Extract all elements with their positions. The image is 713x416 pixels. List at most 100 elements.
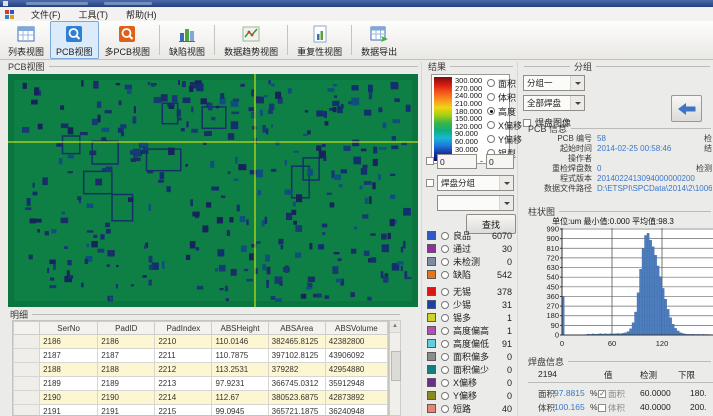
- pad-metric-unit: %: [590, 402, 598, 412]
- toolbar-label: 列表视图: [8, 45, 44, 58]
- detail-cell: 2186: [98, 335, 155, 349]
- pad-metric-checkbox[interactable]: [598, 404, 606, 412]
- category-color-swatch: [427, 270, 436, 279]
- pad-col-value: 值: [604, 369, 613, 381]
- pad-metric-check-label: 体积: [608, 402, 625, 414]
- menu-help[interactable]: 帮助(H): [117, 8, 166, 21]
- measure-option-1[interactable]: 面积: [487, 76, 517, 90]
- svg-text:0: 0: [560, 339, 564, 348]
- detail-row[interactable]: 218721872211110.7875397102.812543906092: [14, 349, 388, 363]
- measure-option-2[interactable]: 体积: [487, 90, 517, 104]
- status-category-row[interactable]: 面积偏多0: [427, 350, 514, 363]
- radio-icon: [441, 232, 449, 240]
- menu-tools[interactable]: 工具(T): [70, 8, 118, 21]
- category-label: 面积偏多: [453, 350, 489, 363]
- toolbar-button-multi-pcb-view[interactable]: 多PCB视图: [99, 21, 157, 59]
- toolbar-button-list-view[interactable]: 列表视图: [2, 21, 50, 59]
- trend-view-icon: [241, 23, 262, 44]
- status-category-row[interactable]: 良品6070: [427, 229, 514, 242]
- measure-option-3[interactable]: 高度: [487, 104, 517, 118]
- detail-cell: 2190: [98, 391, 155, 405]
- detail-column-header[interactable]: PadIndex: [155, 322, 212, 335]
- detail-column-header[interactable]: ABSHeight: [212, 322, 268, 335]
- status-category-row[interactable]: 通过30: [427, 242, 514, 255]
- export-icon: [369, 23, 390, 44]
- pad-group-checkbox[interactable]: [426, 179, 434, 187]
- status-category-row[interactable]: 锡多1: [427, 311, 514, 324]
- pad-filter-combo[interactable]: 全部焊盘: [523, 95, 585, 111]
- detail-cell: 2212: [155, 363, 212, 377]
- group-combo[interactable]: 分组一: [523, 75, 585, 91]
- category-label: 高度偏低: [453, 337, 489, 350]
- status-category-row[interactable]: Y偏移0: [427, 389, 514, 402]
- status-category-row[interactable]: 少锡31: [427, 298, 514, 311]
- scrollbar-thumb[interactable]: [391, 351, 401, 381]
- svg-text:360: 360: [546, 292, 559, 301]
- status-category-row[interactable]: X偏移0: [427, 376, 514, 389]
- status-category-row[interactable]: 缺陷542: [427, 268, 514, 281]
- window-titlebar: [0, 0, 713, 7]
- pad-info-caption: 焊盘信息: [528, 356, 711, 366]
- toolbar-button-trend-view[interactable]: 数据趋势视图: [218, 21, 284, 59]
- toolbar-button-repeat-view[interactable]: 重复性视图: [291, 21, 348, 59]
- svg-text:630: 630: [546, 263, 559, 272]
- pad-group-value-combo[interactable]: [437, 195, 514, 211]
- color-scale-labels: 300.000270.000240.000210.000180.000150.0…: [455, 77, 482, 161]
- splitter-right[interactable]: [517, 62, 518, 416]
- category-count: 40: [502, 404, 514, 414]
- category-count: 30: [502, 244, 514, 254]
- splitter-left[interactable]: [421, 62, 422, 416]
- detail-row[interactable]: 219021902214112.67380523.687542873892: [14, 391, 388, 405]
- scroll-up-icon[interactable]: ▲: [390, 321, 400, 333]
- pcb-info-row: 数据文件路径D:\ETSPI\SPCData\2014\2\1006.svi: [528, 183, 712, 193]
- category-count: 6070: [492, 231, 514, 241]
- detail-row[interactable]: 21912191221599.0945365721.187536240948: [14, 405, 388, 416]
- detail-row[interactable]: 218621862210110.0146382465.812542382800: [14, 335, 388, 349]
- pcb-board-canvas[interactable]: [8, 74, 418, 307]
- status-category-row[interactable]: 高度偏低91: [427, 337, 514, 350]
- range-to-input[interactable]: [486, 154, 514, 169]
- menu-file[interactable]: 文件(F): [22, 8, 70, 21]
- toolbar-button-pcb-view[interactable]: PCB视图: [50, 21, 99, 59]
- chevron-down-icon: [570, 76, 584, 90]
- detail-cell: 2210: [155, 335, 212, 349]
- status-category-row[interactable]: 短路40: [427, 402, 514, 415]
- detail-table-scrollbar[interactable]: ▲: [389, 320, 401, 416]
- detail-column-header[interactable]: SerNo: [40, 322, 98, 335]
- detail-row[interactable]: 21892189221397.9231366745.031235912948: [14, 377, 388, 391]
- radio-icon: [441, 353, 449, 361]
- category-count: 0: [507, 365, 514, 375]
- status-category-row[interactable]: 高度偏高1: [427, 324, 514, 337]
- toolbar-button-export[interactable]: 数据导出: [355, 21, 403, 59]
- category-color-swatch: [427, 300, 436, 309]
- window-icon: [3, 1, 8, 6]
- pcb-view-caption: PCB视图: [8, 61, 418, 71]
- measure-label: 高度: [498, 105, 516, 118]
- detail-row[interactable]: 218821882212113.253137928242954880: [14, 363, 388, 377]
- category-label: 高度偏高: [453, 324, 489, 337]
- status-category-row[interactable]: 未检测0: [427, 255, 514, 268]
- back-arrow-button[interactable]: [671, 95, 702, 122]
- status-category-row[interactable]: 面积偏少0: [427, 363, 514, 376]
- measure-option-5[interactable]: Y偏移: [487, 132, 517, 146]
- pad-metric-checkbox[interactable]: [598, 390, 606, 398]
- radio-icon: [441, 340, 449, 348]
- svg-text:90: 90: [551, 321, 559, 330]
- detail-cell: 2188: [98, 363, 155, 377]
- detail-column-header[interactable]: PadID: [98, 322, 155, 335]
- range-from-input[interactable]: [437, 154, 477, 169]
- pad-info-divider: [528, 382, 713, 383]
- category-label: X偏移: [453, 376, 477, 389]
- category-color-swatch: [427, 378, 436, 387]
- toolbar-button-defect-view[interactable]: 缺陷视图: [163, 21, 211, 59]
- radio-icon: [441, 366, 449, 374]
- range-filter-checkbox[interactable]: [426, 157, 434, 165]
- toolbar-separator: [287, 25, 288, 55]
- chevron-down-icon: [499, 176, 513, 190]
- detail-column-header[interactable]: ABSVolume: [325, 322, 387, 335]
- pcb-info-row: 起始时间2014-02-25 00:58:46结: [528, 143, 712, 153]
- status-category-row[interactable]: 无锡378: [427, 285, 514, 298]
- detail-column-header[interactable]: ABSArea: [268, 322, 325, 335]
- measure-option-4[interactable]: X偏移: [487, 118, 517, 132]
- pad-group-combo[interactable]: 焊盘分组: [437, 175, 514, 191]
